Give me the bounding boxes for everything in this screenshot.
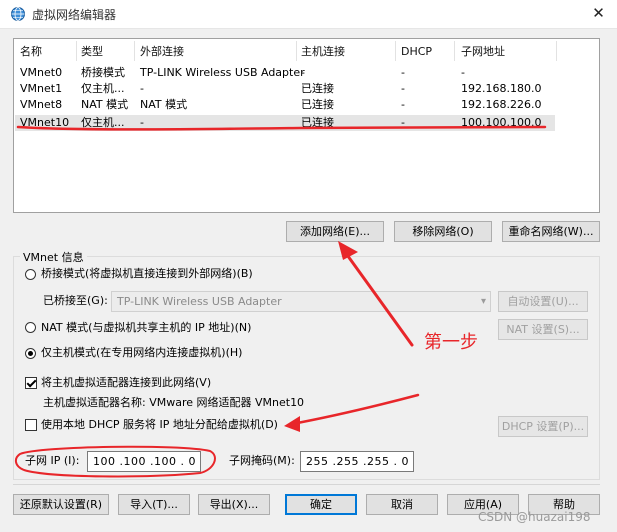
column-header-host[interactable]: 主机连接 xyxy=(301,43,345,61)
export-button[interactable]: 导出(X)... xyxy=(198,494,270,515)
host-only-mode-radio[interactable] xyxy=(25,348,36,359)
cell-name: VMnet10 xyxy=(20,116,70,129)
step-one-annotation: 第一步 xyxy=(424,332,478,353)
cell-external: TP-LINK Wireless USB Adapter xyxy=(140,66,305,79)
table-row[interactable]: VMnet8 NAT 模式 NAT 模式 已连接 - 192.168.226.0 xyxy=(15,97,555,113)
cell-host: - xyxy=(301,66,305,79)
column-separator xyxy=(296,41,297,61)
dhcp-checkbox[interactable] xyxy=(25,419,37,431)
cell-type: 桥接模式 xyxy=(81,66,125,79)
globe-network-icon xyxy=(11,7,25,21)
cell-host: 已连接 xyxy=(301,82,334,95)
cell-subnet: 192.168.226.0 xyxy=(461,98,542,111)
cell-dhcp: - xyxy=(401,82,405,95)
title-bar: 虚拟网络编辑器 ✕ xyxy=(0,0,617,29)
bridged-mode-label[interactable]: 桥接模式(将虚拟机直接连接到外部网络)(B) xyxy=(41,267,253,281)
add-network-button[interactable]: 添加网络(E)... xyxy=(286,221,384,242)
dhcp-label[interactable]: 使用本地 DHCP 服务将 IP 地址分配给虚拟机(D) xyxy=(41,418,278,432)
table-row[interactable]: VMnet0 桥接模式 TP-LINK Wireless USB Adapter… xyxy=(15,65,555,81)
cell-host: 已连接 xyxy=(301,116,334,129)
cell-name: VMnet0 xyxy=(20,66,63,79)
watermark-text: CSDN @huazai198 xyxy=(478,510,591,524)
cell-host: 已连接 xyxy=(301,98,334,111)
cell-external: NAT 模式 xyxy=(140,98,188,111)
column-header-type[interactable]: 类型 xyxy=(81,43,103,61)
cell-subnet: 192.168.180.0 xyxy=(461,82,542,95)
cell-type: 仅主机... xyxy=(81,116,125,129)
cell-external: - xyxy=(140,82,144,95)
host-only-mode-label[interactable]: 仅主机模式(在专用网络内连接虚拟机)(H) xyxy=(41,346,242,360)
table-row[interactable]: VMnet1 仅主机... - 已连接 - 192.168.180.0 xyxy=(15,81,555,97)
cell-dhcp: - xyxy=(401,116,405,129)
cell-type: 仅主机... xyxy=(81,82,125,95)
column-header-dhcp[interactable]: DHCP xyxy=(401,43,432,61)
bridged-to-label: 已桥接至(G): xyxy=(43,294,108,307)
subnet-mask-input[interactable]: 255 .255 .255 . 0 xyxy=(300,451,414,472)
column-header-subnet[interactable]: 子网地址 xyxy=(461,43,505,61)
column-separator xyxy=(454,41,455,61)
subnet-ip-input[interactable]: 100 .100 .100 . 0 xyxy=(87,451,201,472)
table-row-selected[interactable]: VMnet10 仅主机... - 已连接 - 100.100.100.0 xyxy=(15,115,555,131)
ok-button[interactable]: 确定 xyxy=(285,494,357,515)
column-separator xyxy=(556,41,557,61)
cancel-button[interactable]: 取消 xyxy=(366,494,438,515)
cell-external: - xyxy=(140,116,144,129)
column-separator xyxy=(134,41,135,61)
cell-dhcp: - xyxy=(401,66,405,79)
import-button[interactable]: 导入(T)... xyxy=(118,494,190,515)
vmnet-info-legend: VMnet 信息 xyxy=(20,249,87,265)
remove-network-button[interactable]: 移除网络(O) xyxy=(394,221,492,242)
connect-adapter-checkbox[interactable] xyxy=(25,377,37,389)
restore-defaults-button[interactable]: 还原默认设置(R) xyxy=(13,494,109,515)
footer-divider xyxy=(13,484,600,485)
network-list-table[interactable]: 名称 类型 外部连接 主机连接 DHCP 子网地址 VMnet0 桥接模式 TP… xyxy=(13,38,600,213)
cell-subnet: 100.100.100.0 xyxy=(461,116,542,129)
bridged-mode-radio[interactable] xyxy=(25,269,36,280)
cell-type: NAT 模式 xyxy=(81,98,129,111)
column-separator xyxy=(395,41,396,61)
nat-mode-label[interactable]: NAT 模式(与虚拟机共享主机的 IP 地址)(N) xyxy=(41,321,251,335)
column-header-external[interactable]: 外部连接 xyxy=(140,43,184,61)
dhcp-settings-button[interactable]: DHCP 设置(P)... xyxy=(498,416,588,437)
cell-subnet: - xyxy=(461,66,465,79)
subnet-ip-label: 子网 IP (I): xyxy=(25,454,80,467)
window-title: 虚拟网络编辑器 xyxy=(32,8,117,22)
column-header-name[interactable]: 名称 xyxy=(20,43,42,61)
vmnet-info-group xyxy=(13,256,600,480)
cell-name: VMnet1 xyxy=(20,82,63,95)
auto-settings-button[interactable]: 自动设置(U)... xyxy=(498,291,588,312)
column-separator xyxy=(76,41,77,61)
bridged-to-select[interactable]: TP-LINK Wireless USB Adapter ▾ xyxy=(111,291,491,312)
cell-dhcp: - xyxy=(401,98,405,111)
subnet-mask-label: 子网掩码(M): xyxy=(229,454,295,467)
cell-name: VMnet8 xyxy=(20,98,63,111)
chevron-down-icon: ▾ xyxy=(480,296,486,307)
adapter-name-label: 主机虚拟适配器名称: VMware 网络适配器 VMnet10 xyxy=(43,396,305,409)
bridged-to-value: TP-LINK Wireless USB Adapter xyxy=(117,295,282,308)
close-button[interactable]: ✕ xyxy=(580,0,617,28)
rename-network-button[interactable]: 重命名网络(W)... xyxy=(502,221,600,242)
nat-mode-radio[interactable] xyxy=(25,322,36,333)
nat-settings-button[interactable]: NAT 设置(S)... xyxy=(498,319,588,340)
connect-adapter-label[interactable]: 将主机虚拟适配器连接到此网络(V) xyxy=(41,376,211,390)
